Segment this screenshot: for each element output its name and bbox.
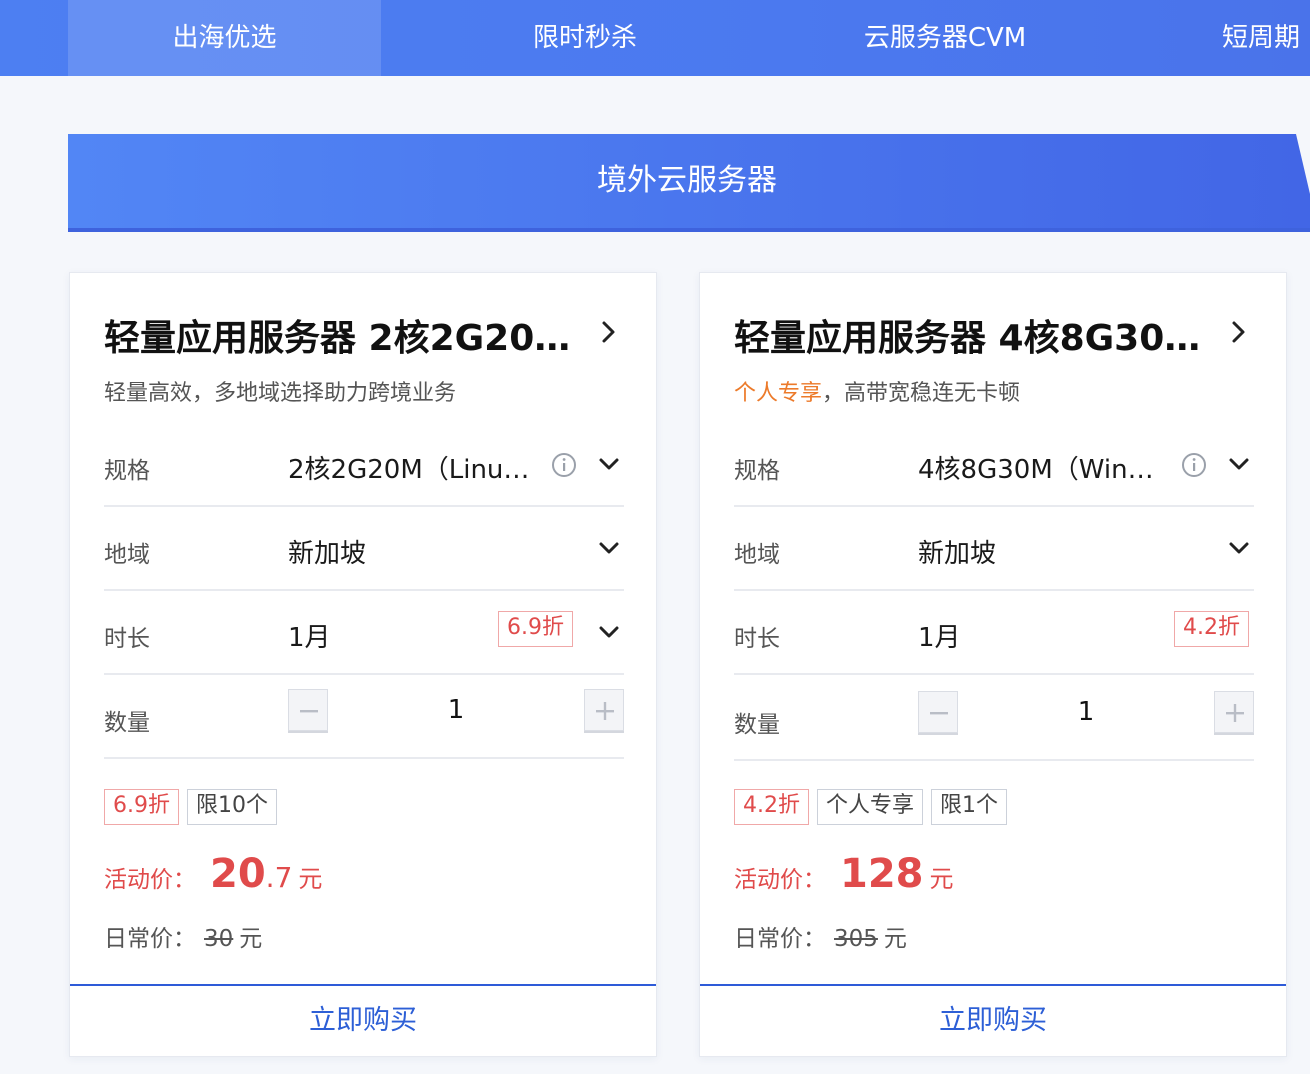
sale-price-unit: 元 <box>929 865 954 893</box>
regular-price-value: 305 <box>834 926 878 952</box>
quantity-stepper: 1 <box>288 689 624 731</box>
tag-list: 6.9折 限10个 <box>104 789 277 825</box>
increment-button[interactable] <box>584 689 624 731</box>
discount-tag: 4.2折 <box>734 789 809 825</box>
chevron-right-icon[interactable] <box>1224 317 1254 347</box>
spec-row[interactable]: 规格 4核8G30M（Windows） <box>734 423 1254 507</box>
limit-tag: 限1个 <box>931 789 1008 825</box>
chevron-down-icon[interactable] <box>1224 449 1254 479</box>
region-value[interactable]: 新加坡 <box>918 533 996 570</box>
regular-price: 日常价： 30 元 <box>104 919 262 953</box>
increment-button[interactable] <box>1214 691 1254 733</box>
sale-price-label: 活动价： <box>734 867 826 893</box>
regular-price-value: 30 <box>204 926 234 952</box>
info-icon[interactable] <box>550 451 578 479</box>
product-title[interactable]: 轻量应用服务器 2核2G20M（Linux） <box>104 309 574 361</box>
spec-value[interactable]: 4核8G30M（Windows） <box>918 449 1168 486</box>
regular-price-unit: 元 <box>883 926 907 952</box>
quantity-row: 数量 1 <box>104 675 624 759</box>
quantity-label: 数量 <box>734 712 780 738</box>
product-title[interactable]: 轻量应用服务器 4核8G30M（Windows） <box>734 309 1204 361</box>
duration-value[interactable]: 1月 <box>288 617 331 654</box>
duration-row: 时长 1月 4.2折 <box>734 591 1254 675</box>
sale-price-integer: 20 <box>210 851 266 897</box>
spec-value[interactable]: 2核2G20M（Linux） <box>288 449 538 486</box>
tab-overseas-picks[interactable]: 出海优选 <box>68 0 381 76</box>
spec-label: 规格 <box>104 458 150 484</box>
quantity-label: 数量 <box>104 710 150 736</box>
subtitle-highlight: 个人专享 <box>734 381 823 406</box>
quantity-stepper: 1 <box>918 691 1254 733</box>
region-row[interactable]: 地域 新加坡 <box>104 507 624 591</box>
product-subtitle: 个人专享，高带宽稳连无卡顿 <box>734 375 1020 407</box>
plus-icon <box>1226 704 1244 722</box>
quantity-input[interactable]: 1 <box>958 691 1214 733</box>
section-banner: 境外云服务器 <box>68 134 1310 232</box>
spec-row[interactable]: 规格 2核2G20M（Linux） <box>104 423 624 507</box>
sale-price-label: 活动价： <box>104 867 196 893</box>
product-card: 轻量应用服务器 2核2G20M（Linux） 轻量高效，多地域选择助力跨境业务 … <box>69 272 657 1057</box>
sale-price-unit: 元 <box>298 865 323 893</box>
plus-icon <box>596 702 614 720</box>
sale-price: 活动价： 128 元 <box>734 851 954 897</box>
spec-label: 规格 <box>734 458 780 484</box>
personal-exclusive-tag: 个人专享 <box>817 789 924 825</box>
section-title: 境外云服务器 <box>597 163 777 198</box>
duration-label: 时长 <box>104 626 150 652</box>
regular-price-unit: 元 <box>239 926 263 952</box>
duration-row[interactable]: 时长 1月 6.9折 <box>104 591 624 675</box>
region-value[interactable]: 新加坡 <box>288 533 366 570</box>
region-label: 地域 <box>734 542 780 568</box>
regular-price: 日常价： 305 元 <box>734 919 907 953</box>
info-icon[interactable] <box>1180 451 1208 479</box>
sale-price-decimal: .7 <box>265 861 293 894</box>
regular-price-label: 日常价： <box>104 926 196 952</box>
tag-list: 4.2折 个人专享 限1个 <box>734 789 1008 825</box>
minus-icon <box>300 710 318 713</box>
chevron-down-icon[interactable] <box>594 449 624 479</box>
quantity-row: 数量 1 <box>734 677 1254 761</box>
duration-value: 1月 <box>918 623 961 653</box>
tab-flash-sale[interactable]: 限时秒杀 <box>430 0 740 76</box>
decrement-button[interactable] <box>288 689 328 731</box>
sale-price: 活动价： 20.7 元 <box>104 851 322 897</box>
quantity-input[interactable]: 1 <box>328 689 584 731</box>
top-nav: 出海优选 限时秒杀 云服务器CVM 短周期 <box>0 0 1310 76</box>
minus-icon <box>930 712 948 715</box>
region-label: 地域 <box>104 542 150 568</box>
chevron-right-icon[interactable] <box>594 317 624 347</box>
region-row[interactable]: 地域 新加坡 <box>734 507 1254 591</box>
discount-tag: 6.9折 <box>104 789 179 825</box>
buy-now-button[interactable]: 立即购买 <box>700 984 1286 1056</box>
limit-tag: 限10个 <box>187 789 277 825</box>
decrement-button[interactable] <box>918 691 958 733</box>
regular-price-label: 日常价： <box>734 926 826 952</box>
discount-badge: 4.2折 <box>1174 611 1249 647</box>
product-card: 轻量应用服务器 4核8G30M（Windows） 个人专享，高带宽稳连无卡顿 规… <box>699 272 1287 1057</box>
tab-cvm[interactable]: 云服务器CVM <box>790 0 1100 76</box>
duration-label: 时长 <box>734 626 780 652</box>
chevron-down-icon[interactable] <box>594 533 624 563</box>
subtitle-text: ，高带宽稳连无卡顿 <box>822 381 1021 406</box>
tab-short-term[interactable]: 短周期 <box>1200 0 1310 76</box>
product-subtitle: 轻量高效，多地域选择助力跨境业务 <box>104 375 456 407</box>
chevron-down-icon[interactable] <box>1224 533 1254 563</box>
subtitle-text: 轻量高效，多地域选择助力跨境业务 <box>104 381 457 406</box>
buy-now-button[interactable]: 立即购买 <box>70 984 656 1056</box>
chevron-down-icon[interactable] <box>594 617 624 647</box>
sale-price-integer: 128 <box>840 851 924 897</box>
discount-badge: 6.9折 <box>498 611 573 647</box>
